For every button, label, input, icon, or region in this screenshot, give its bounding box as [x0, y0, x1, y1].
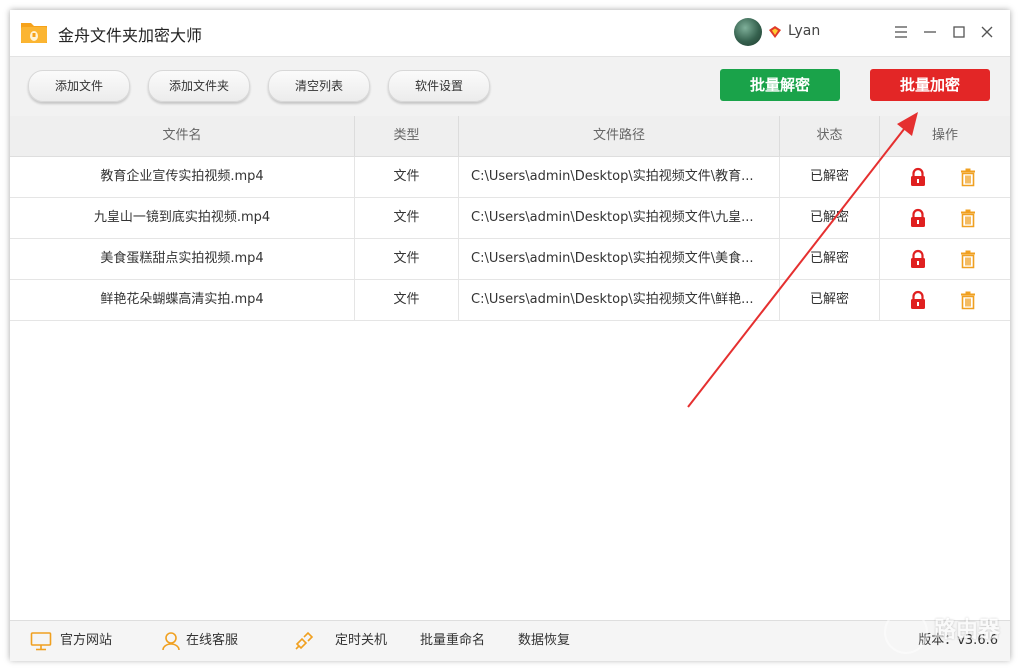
file-path: C:\Users\admin\Desktop\实拍视频文件\鲜艳... [459, 280, 780, 320]
data-recovery-link[interactable]: 数据恢复 [518, 621, 570, 661]
status-bar: 官方网站 在线客服 定时关机 批量重命名 数据恢复 版本：v3.6.6 [10, 620, 1010, 661]
flashlight-icon [295, 631, 314, 650]
online-service-label: 在线客服 [186, 633, 239, 648]
title-bar: 金舟文件夹加密大师 Lyan [10, 10, 1010, 56]
official-site-label: 官方网站 [60, 633, 113, 648]
file-status: 已解密 [780, 280, 880, 320]
menu-icon [895, 26, 907, 38]
username[interactable]: Lyan [788, 23, 820, 39]
table-header: 文件名 类型 文件路径 状态 操作 [10, 116, 1010, 157]
file-status: 已解密 [780, 157, 880, 197]
header-filename[interactable]: 文件名 [10, 116, 355, 156]
monitor-icon [30, 632, 52, 651]
table-row[interactable]: 九皇山一镜到底实拍视频.mp4 文件 C:\Users\admin\Deskto… [10, 198, 1010, 239]
file-type: 文件 [355, 280, 459, 320]
close-button[interactable] [976, 21, 998, 43]
table-row[interactable]: 美食蛋糕甜点实拍视频.mp4 文件 C:\Users\admin\Desktop… [10, 239, 1010, 280]
file-path: C:\Users\admin\Desktop\实拍视频文件\美食... [459, 239, 780, 279]
close-icon [981, 26, 993, 38]
app-title: 金舟文件夹加密大师 [58, 26, 203, 45]
watermark-logo-icon [884, 610, 928, 654]
file-status: 已解密 [780, 198, 880, 238]
batch-decrypt-button[interactable]: 批量解密 [720, 69, 840, 101]
header-path[interactable]: 文件路径 [459, 116, 780, 156]
add-file-button[interactable]: 添加文件 [28, 70, 130, 102]
official-site-link[interactable]: 官方网站 [30, 621, 112, 661]
batch-rename-link[interactable]: 批量重命名 [420, 621, 485, 661]
lock-icon[interactable] [908, 249, 928, 269]
online-service-link[interactable]: 在线客服 [160, 621, 238, 661]
header-actions: 操作 [931, 128, 958, 143]
lock-icon[interactable] [908, 208, 928, 228]
file-status: 已解密 [780, 239, 880, 279]
header-type[interactable]: 类型 [355, 116, 459, 156]
row-actions [880, 280, 1010, 320]
file-table: 文件名 类型 文件路径 状态 操作 教育企业宣传实拍视频.mp4 文件 C:\U… [10, 116, 1010, 321]
settings-button[interactable]: 软件设置 [388, 70, 490, 102]
batch-encrypt-button[interactable]: 批量加密 [870, 69, 990, 101]
lock-icon[interactable] [908, 290, 928, 310]
minimize-button[interactable] [919, 21, 941, 43]
folder-logo-icon [21, 23, 47, 43]
file-type: 文件 [355, 198, 459, 238]
minimize-icon [924, 31, 936, 33]
lock-icon[interactable] [908, 167, 928, 187]
file-name: 九皇山一镜到底实拍视频.mp4 [10, 198, 355, 238]
table-row[interactable]: 鲜艳花朵蝴蝶高清实拍.mp4 文件 C:\Users\admin\Desktop… [10, 280, 1010, 321]
file-type: 文件 [355, 239, 459, 279]
clear-list-button[interactable]: 清空列表 [268, 70, 370, 102]
file-path: C:\Users\admin\Desktop\实拍视频文件\九皇... [459, 198, 780, 238]
header-status[interactable]: 状态 [780, 116, 880, 156]
app-window: 金舟文件夹加密大师 Lyan 添加文件 添加文件夹 清空列表 软件设置 批量解密… [10, 10, 1010, 661]
file-name: 美食蛋糕甜点实拍视频.mp4 [10, 239, 355, 279]
row-actions [880, 198, 1010, 238]
row-actions [880, 239, 1010, 279]
table-row[interactable]: 教育企业宣传实拍视频.mp4 文件 C:\Users\admin\Desktop… [10, 157, 1010, 198]
row-actions [880, 157, 1010, 197]
menu-button[interactable] [890, 21, 912, 43]
add-folder-button[interactable]: 添加文件夹 [148, 70, 250, 102]
user-avatar[interactable] [734, 18, 762, 46]
timed-shutdown-link[interactable]: 定时关机 [293, 621, 387, 661]
trash-icon[interactable] [958, 249, 978, 269]
file-name: 教育企业宣传实拍视频.mp4 [10, 157, 355, 197]
maximize-button[interactable] [948, 21, 970, 43]
headset-icon [162, 632, 180, 651]
trash-icon[interactable] [958, 290, 978, 310]
trash-icon[interactable] [958, 208, 978, 228]
trash-icon[interactable] [958, 167, 978, 187]
toolbar: 添加文件 添加文件夹 清空列表 软件设置 批量解密 批量加密 [10, 56, 1010, 118]
timed-shutdown-label: 定时关机 [335, 633, 388, 648]
watermark: 路由器 [876, 606, 1016, 656]
watermark-text: 路由器 [934, 618, 1001, 643]
file-name: 鲜艳花朵蝴蝶高清实拍.mp4 [10, 280, 355, 320]
file-path: C:\Users\admin\Desktop\实拍视频文件\教育... [459, 157, 780, 197]
vip-diamond-icon [769, 26, 781, 38]
file-type: 文件 [355, 157, 459, 197]
maximize-icon [953, 26, 965, 38]
